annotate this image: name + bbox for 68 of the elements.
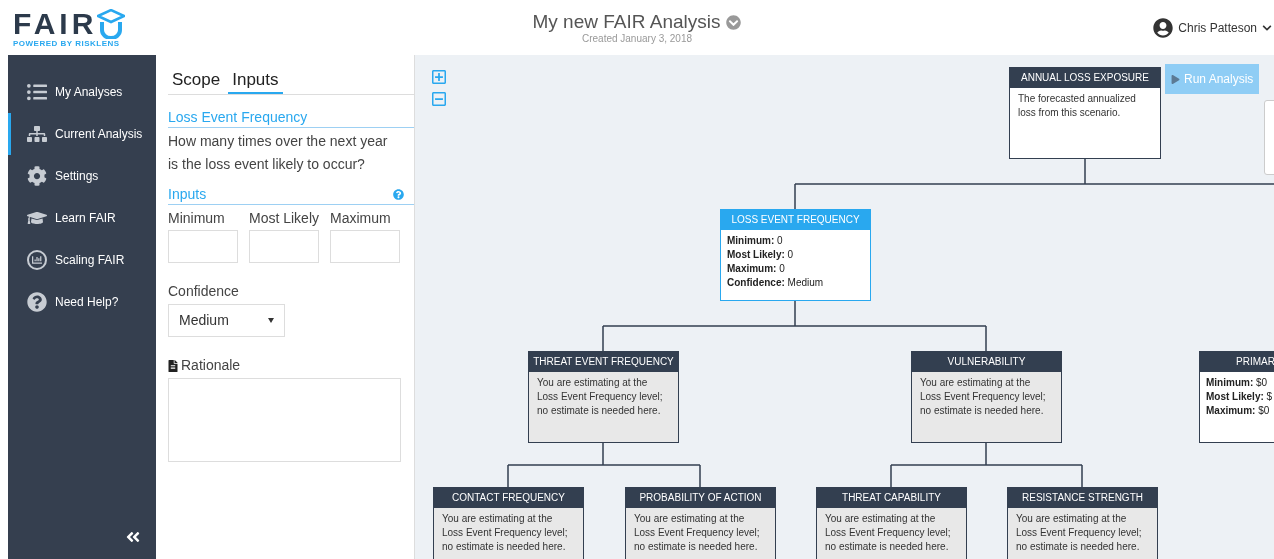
side-tab[interactable] (1264, 100, 1274, 175)
user-name[interactable]: Chris Patteson (1178, 18, 1257, 37)
node-value: Most Likely: 0 (727, 248, 795, 262)
node-title: PRIMAR (1200, 352, 1274, 372)
sitemap-icon (27, 124, 47, 144)
sidebar-item[interactable]: Settings (8, 155, 156, 197)
input-field[interactable] (168, 230, 238, 263)
rationale-field[interactable] (168, 378, 401, 462)
section-title: Loss Event Frequency (168, 107, 414, 128)
document-icon (168, 359, 178, 372)
caret-icon (268, 318, 274, 323)
confidence-select[interactable]: Medium (168, 304, 285, 337)
field-label: Confidence (168, 283, 240, 300)
chevron-down-icon[interactable] (1262, 22, 1272, 33)
field-label: Maximum (330, 210, 392, 227)
node-title: PROBABILITY OF ACTION (626, 488, 775, 508)
node-value: Maximum: $0 (1206, 404, 1271, 418)
diagram-node[interactable]: PRIMAR Minimum: $0 Most Likely: $ Maximum: $0 (1199, 351, 1274, 443)
field-label: Most Likely (249, 210, 320, 227)
node-value: Minimum: $0 (1206, 376, 1269, 390)
logo-tagline: POWERED BY RISKLENS (13, 39, 121, 48)
question-text: How many times over the next year is the loss event likely to occur? (168, 132, 389, 174)
collapse-icon[interactable] (125, 529, 141, 545)
node-title: THREAT EVENT FREQUENCY (529, 352, 678, 372)
node-value: Maximum: 0 (727, 262, 786, 276)
node-value: Most Likely: $ (1206, 390, 1273, 404)
list-icon (27, 82, 47, 102)
node-description: You are estimating at the Loss Event Frequency level; no estimate is needed here. (1015, 512, 1143, 554)
node-description: You are estimating at the Loss Event Frequency level; no estimate is needed here. (919, 376, 1047, 418)
node-description: You are estimating at the Loss Event Frequency level; no estimate is needed here. (441, 512, 569, 554)
node-description: You are estimating at the Loss Event Frequency level; no estimate is needed here. (824, 512, 952, 554)
logo-text: FAIR (13, 9, 98, 39)
sidebar-item[interactable]: Learn FAIR (8, 197, 156, 239)
analysis-title: My new FAIR Analysis (532, 11, 721, 33)
bar-chart-icon (27, 250, 47, 270)
node-description: You are estimating at the Loss Event Frequency level; no estimate is needed here. (536, 376, 664, 418)
field-label: Minimum (168, 210, 226, 227)
diagram-node[interactable]: LOSS EVENT FREQUENCY Minimum: 0 Most Likely: 0 Maximum: 0 Confidence: Medium (720, 209, 871, 301)
panel-tab[interactable]: Inputs (228, 69, 283, 94)
logo-icon (97, 9, 126, 39)
node-title: VULNERABILITY (912, 352, 1061, 372)
zoom-out-icon[interactable] (431, 91, 447, 107)
play-icon (1171, 74, 1180, 84)
panel-tab[interactable]: Scope (168, 69, 225, 94)
user-avatar-icon[interactable] (1153, 17, 1174, 38)
settings-icon (27, 166, 47, 186)
sidebar-item[interactable]: Need Help? (8, 281, 156, 323)
node-value: Minimum: 0 (727, 234, 784, 248)
created-date: Created January 3, 2018 (581, 33, 693, 44)
dropdown-icon[interactable] (726, 14, 742, 30)
sidebar-item[interactable]: My Analyses (8, 71, 156, 113)
zoom-in-icon[interactable] (431, 69, 447, 85)
diagram-node[interactable]: ANNUAL LOSS EXPOSURE The forecasted annualized loss from this scenario. (1009, 67, 1161, 159)
sidebar-item[interactable]: Scaling FAIR (8, 239, 156, 281)
help-icon[interactable] (393, 188, 404, 200)
node-value: Confidence: Medium (727, 276, 825, 290)
inputs-heading: Inputs (168, 185, 207, 204)
node-title: ANNUAL LOSS EXPOSURE (1010, 68, 1160, 88)
input-field[interactable] (249, 230, 319, 263)
node-title: THREAT CAPABILITY (817, 488, 966, 508)
input-field[interactable] (330, 230, 401, 263)
node-description: The forecasted annualized loss from this scenario. (1017, 92, 1137, 120)
node-title: CONTACT FREQUENCY (434, 488, 583, 508)
node-title: LOSS EVENT FREQUENCY (721, 210, 870, 230)
field-label: Rationale (181, 357, 241, 374)
help-icon (27, 292, 47, 312)
node-title: RESISTANCE STRENGTH (1008, 488, 1157, 508)
node-description: You are estimating at the Loss Event Frequency level; no estimate is needed here. (633, 512, 761, 554)
